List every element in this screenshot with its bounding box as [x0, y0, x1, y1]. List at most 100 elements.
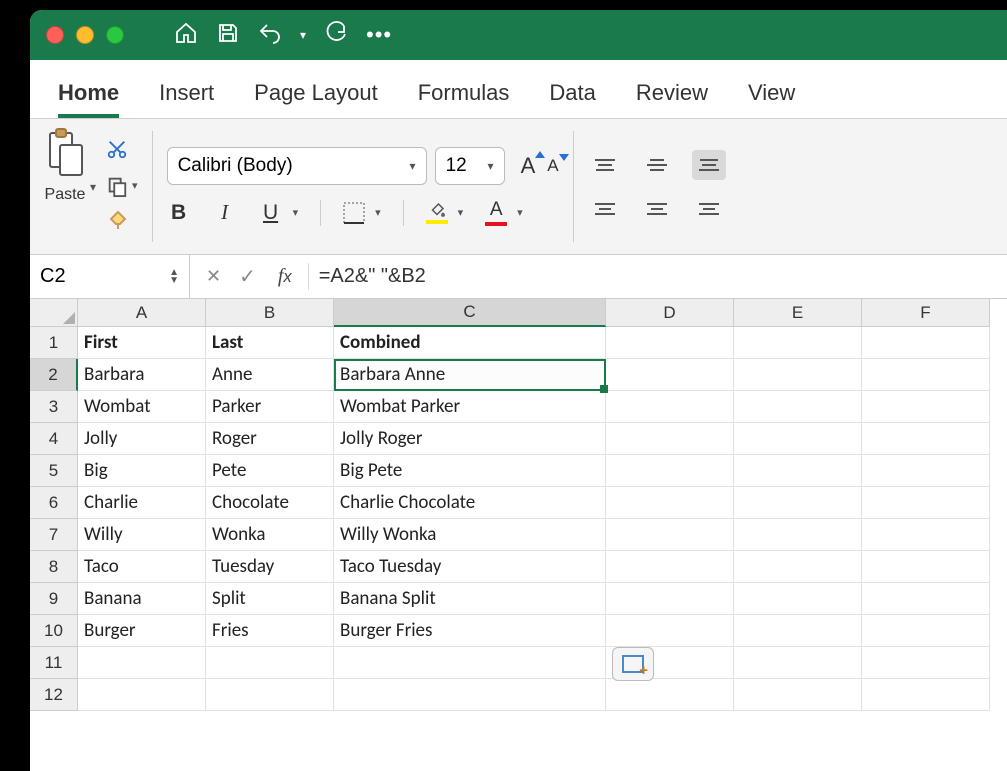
row-header[interactable]: 3 [30, 391, 78, 423]
cell-E5[interactable] [734, 455, 862, 487]
cell-D7[interactable] [606, 519, 734, 551]
cell-F4[interactable] [862, 423, 990, 455]
row-header[interactable]: 2 [30, 359, 78, 391]
cell-A4[interactable]: Jolly [78, 423, 206, 455]
col-header-C[interactable]: C [334, 299, 606, 327]
fill-color-button[interactable] [426, 201, 448, 224]
enter-icon[interactable]: ✓ [239, 264, 256, 289]
maximize-window-button[interactable] [106, 26, 124, 44]
align-right-button[interactable] [692, 194, 726, 224]
cell-E6[interactable] [734, 487, 862, 519]
tab-home[interactable]: Home [58, 70, 119, 118]
cell-D9[interactable] [606, 583, 734, 615]
cell-A8[interactable]: Taco [78, 551, 206, 583]
tab-data[interactable]: Data [549, 70, 595, 118]
formula-input[interactable]: =A2&" "&B2 [309, 255, 1007, 298]
row-header[interactable]: 12 [30, 679, 78, 711]
cell-B8[interactable]: Tuesday [206, 551, 334, 583]
cell-F10[interactable] [862, 615, 990, 647]
cell-A3[interactable]: Wombat [78, 391, 206, 423]
paste-dropdown-icon[interactable]: ▾ [90, 180, 96, 194]
cell-D5[interactable] [606, 455, 734, 487]
cell-D10[interactable] [606, 615, 734, 647]
redo-icon[interactable] [324, 21, 348, 50]
row-header[interactable]: 5 [30, 455, 78, 487]
close-window-button[interactable] [46, 26, 64, 44]
cell-F12[interactable] [862, 679, 990, 711]
cell-C7[interactable]: Willy Wonka [334, 519, 606, 551]
cell-C10[interactable]: Burger Fries [334, 615, 606, 647]
cell-D1[interactable] [606, 327, 734, 359]
tab-view[interactable]: View [748, 70, 795, 118]
cell-B10[interactable]: Fries [206, 615, 334, 647]
cell-B3[interactable]: Parker [206, 391, 334, 423]
row-header[interactable]: 11 [30, 647, 78, 679]
cell-C12[interactable] [334, 679, 606, 711]
cell-B2[interactable]: Anne [206, 359, 334, 391]
row-header[interactable]: 1 [30, 327, 78, 359]
worksheet-grid[interactable]: A B C D E F 1FirstLastCombined2BarbaraAn… [30, 299, 1007, 711]
font-size-select[interactable]: 12 ▾ [435, 147, 505, 185]
name-box[interactable]: C2 ▲▼ [30, 255, 190, 298]
format-painter-icon[interactable] [106, 207, 138, 236]
autofill-options-button[interactable] [612, 647, 654, 681]
cell-A11[interactable] [78, 647, 206, 679]
borders-button[interactable] [343, 202, 365, 224]
align-center-button[interactable] [640, 194, 674, 224]
cell-E2[interactable] [734, 359, 862, 391]
cell-B5[interactable]: Pete [206, 455, 334, 487]
cell-E7[interactable] [734, 519, 862, 551]
cell-A7[interactable]: Willy [78, 519, 206, 551]
cancel-icon[interactable]: ✕ [206, 266, 221, 287]
underline-button[interactable]: U [259, 201, 283, 225]
col-header-E[interactable]: E [734, 299, 862, 327]
col-header-F[interactable]: F [862, 299, 990, 327]
more-icon[interactable]: ••• [366, 22, 392, 48]
cell-D2[interactable] [606, 359, 734, 391]
cell-D3[interactable] [606, 391, 734, 423]
row-header[interactable]: 8 [30, 551, 78, 583]
cell-B7[interactable]: Wonka [206, 519, 334, 551]
decrease-font-icon[interactable]: A [547, 156, 558, 176]
col-header-D[interactable]: D [606, 299, 734, 327]
borders-dropdown-icon[interactable]: ▾ [375, 206, 381, 219]
fill-color-dropdown-icon[interactable]: ▾ [458, 206, 464, 219]
minimize-window-button[interactable] [76, 26, 94, 44]
cell-E3[interactable] [734, 391, 862, 423]
cell-E11[interactable] [734, 647, 862, 679]
cell-E9[interactable] [734, 583, 862, 615]
increase-font-icon[interactable]: A [521, 153, 536, 179]
tab-insert[interactable]: Insert [159, 70, 214, 118]
cell-E1[interactable] [734, 327, 862, 359]
cell-A12[interactable] [78, 679, 206, 711]
cell-D6[interactable] [606, 487, 734, 519]
cell-F1[interactable] [862, 327, 990, 359]
align-bottom-button[interactable] [692, 150, 726, 180]
paste-icon[interactable] [44, 127, 86, 182]
cell-F7[interactable] [862, 519, 990, 551]
cell-C8[interactable]: Taco Tuesday [334, 551, 606, 583]
cell-A10[interactable]: Burger [78, 615, 206, 647]
cell-E8[interactable] [734, 551, 862, 583]
cell-B12[interactable] [206, 679, 334, 711]
cell-A9[interactable]: Banana [78, 583, 206, 615]
home-icon[interactable] [174, 21, 198, 50]
cell-F2[interactable] [862, 359, 990, 391]
copy-icon[interactable]: ▾ [106, 175, 138, 197]
cell-C11[interactable] [334, 647, 606, 679]
cell-D4[interactable] [606, 423, 734, 455]
cell-A6[interactable]: Charlie [78, 487, 206, 519]
align-left-button[interactable] [588, 194, 622, 224]
cell-F8[interactable] [862, 551, 990, 583]
cell-B11[interactable] [206, 647, 334, 679]
cell-C9[interactable]: Banana Split [334, 583, 606, 615]
cell-E4[interactable] [734, 423, 862, 455]
cell-C3[interactable]: Wombat Parker [334, 391, 606, 423]
cell-C1[interactable]: Combined [334, 327, 606, 359]
cell-F5[interactable] [862, 455, 990, 487]
underline-dropdown-icon[interactable]: ▾ [293, 206, 299, 219]
cell-B4[interactable]: Roger [206, 423, 334, 455]
cell-A2[interactable]: Barbara [78, 359, 206, 391]
undo-icon[interactable] [258, 21, 282, 50]
row-header[interactable]: 6 [30, 487, 78, 519]
